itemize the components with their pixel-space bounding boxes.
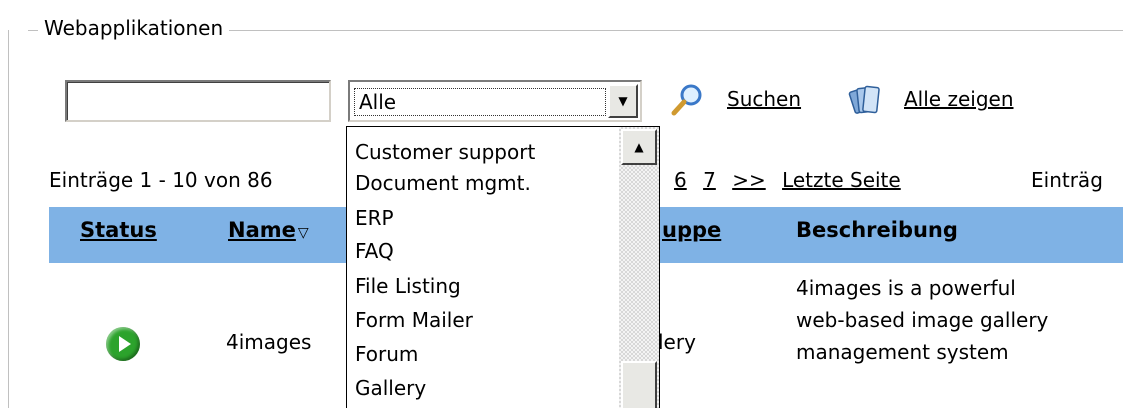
- cell-description: 4images is a powerful web-based image ga…: [796, 276, 1049, 364]
- header-name[interactable]: Name ▽: [228, 218, 309, 242]
- category-select[interactable]: Alle ▼: [348, 80, 642, 122]
- dropdown-option[interactable]: Form Mailer: [355, 303, 473, 337]
- dropdown-option[interactable]: Forum: [355, 337, 418, 371]
- dropdown-option[interactable]: FAQ: [355, 234, 394, 268]
- search-input[interactable]: [65, 80, 331, 122]
- header-status[interactable]: Status: [80, 218, 157, 242]
- pager-last-page[interactable]: Letzte Seite: [782, 168, 901, 192]
- pager-next[interactable]: >>: [732, 168, 766, 192]
- fieldset-legend: Webapplikationen: [38, 16, 230, 40]
- scroll-up-icon[interactable]: ▲: [621, 129, 657, 165]
- dropdown-option[interactable]: File Listing: [355, 269, 461, 303]
- scrollbar-thumb[interactable]: [621, 361, 657, 408]
- dropdown-scrollbar[interactable]: ▲: [619, 127, 659, 408]
- entries-per-page-label: Einträg: [1031, 168, 1103, 192]
- category-select-value: Alle: [354, 88, 606, 116]
- search-link[interactable]: Suchen: [727, 87, 801, 111]
- header-name-label[interactable]: Name: [228, 218, 296, 242]
- dropdown-option[interactable]: Customer support: [355, 135, 535, 169]
- pager-page-7[interactable]: 7: [703, 168, 716, 192]
- chevron-down-icon[interactable]: ▼: [608, 84, 638, 118]
- category-dropdown-list: Customer support Document mgmt. ERP FAQ …: [346, 126, 660, 408]
- show-all-link[interactable]: Alle zeigen: [904, 87, 1014, 111]
- pager-page-6[interactable]: 6: [674, 168, 687, 192]
- pager: 6 7 >> Letzte Seite: [674, 168, 911, 192]
- header-description: Beschreibung: [796, 218, 958, 242]
- dropdown-option[interactable]: ERP: [355, 201, 394, 235]
- play-icon[interactable]: [106, 327, 140, 361]
- sort-desc-icon: ▽: [297, 225, 309, 241]
- show-all-icon[interactable]: [846, 82, 882, 118]
- header-group[interactable]: uppe: [662, 218, 721, 242]
- cell-name: 4images: [226, 330, 312, 354]
- dropdown-option[interactable]: Document mgmt.: [355, 166, 531, 200]
- dropdown-option[interactable]: Gallery: [355, 371, 426, 405]
- cell-group: lery: [658, 330, 696, 354]
- fieldset-border-left: [8, 30, 9, 408]
- search-icon[interactable]: [670, 82, 704, 116]
- entries-info: Einträge 1 - 10 von 86: [49, 168, 273, 192]
